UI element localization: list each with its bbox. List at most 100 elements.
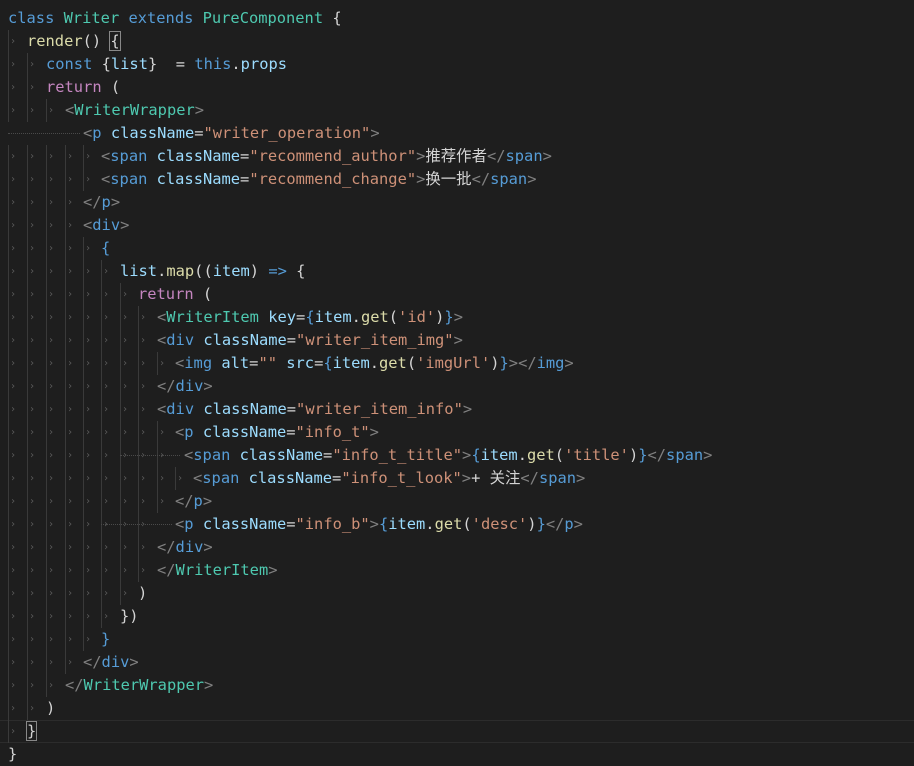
indent-guide-icon: ›: [8, 30, 18, 53]
code-line[interactable]: › › › </WriterWrapper>: [0, 674, 914, 697]
code-token: return: [138, 285, 203, 303]
code-line[interactable]: ›}: [0, 720, 914, 743]
code-token: >: [461, 469, 472, 487]
code-token: <: [157, 308, 167, 326]
code-line[interactable]: › › › › › › list.map((item) => {: [0, 260, 914, 283]
code-text: const {list} = this.props: [46, 53, 287, 76]
code-token: }: [638, 446, 648, 464]
code-token: span: [202, 469, 249, 487]
indent-guide-icon: ›: [120, 421, 130, 444]
indent-guide-icon: ›: [65, 145, 75, 168]
indent-guide-icon: ›: [101, 329, 111, 352]
indent-guide-icon: ›: [8, 398, 18, 421]
indent-guide-icon: ›: [65, 421, 75, 444]
code-line[interactable]: › ›): [0, 697, 914, 720]
code-line[interactable]: › › › › › <span className="recommend_author">…: [0, 145, 914, 168]
code-token: item: [212, 262, 250, 280]
code-token: ((: [194, 262, 213, 280]
code-token: >: [204, 676, 214, 694]
indent-guide-icon: ›: [65, 191, 75, 214]
indent-guide-icon: ›: [138, 490, 148, 513]
code-token: <: [157, 400, 167, 418]
code-line[interactable]: › › › › › › › › <p className="info_b">{item.get(…: [0, 513, 914, 536]
code-text: <span className="recommend_change">换一批</…: [101, 168, 536, 191]
indent-guide-icon: ›: [101, 352, 111, 375]
code-line[interactable]: › › › › › › › › › <p className="info_t">: [0, 421, 914, 444]
indent-guide-icon: ›: [8, 697, 18, 720]
indent-guide-icon: ›: [46, 352, 56, 375]
code-token: =>: [268, 262, 287, 280]
code-token: </: [545, 515, 565, 533]
code-line[interactable]: › › › › › › › › <div className="writer_item_info…: [0, 398, 914, 421]
code-line[interactable]: › › › › › {: [0, 237, 914, 260]
code-line[interactable]: › › › › ›}: [0, 628, 914, 651]
code-token: get: [526, 446, 555, 464]
code-line[interactable]: › › › › › › › › </WriterItem>: [0, 559, 914, 582]
code-token: p: [184, 423, 203, 441]
code-line[interactable]: › › › <WriterWrapper>: [0, 99, 914, 122]
code-line[interactable]: › › › › › › › › </div>: [0, 536, 914, 559]
code-token: {: [101, 55, 111, 73]
indent-guide-icon: ›: [46, 283, 56, 306]
code-line[interactable]: › › › › › › › › </div>: [0, 375, 914, 398]
code-text: </div>: [83, 651, 139, 674]
code-token: </: [157, 561, 176, 579]
indent-guide-icon: ›: [120, 375, 130, 398]
indent-guide-icon: ›: [83, 444, 93, 467]
code-token: ): [46, 699, 56, 717]
code-line[interactable]: › › › › › › › › › <img alt="" src={item.get('imgU…: [0, 352, 914, 375]
indent-guide-icon: ›: [101, 306, 111, 329]
indent-guide-icon: ›: [27, 513, 37, 536]
code-token: ): [249, 262, 269, 280]
code-line[interactable]: › render() {: [0, 30, 914, 53]
indent-guide-icon: ›: [8, 214, 18, 237]
indent-guide-icon: ›: [8, 559, 18, 582]
indent-guide-icon: ›: [157, 421, 167, 444]
indent-guide-icon: ›: [120, 306, 130, 329]
indent-guide-icon: ›: [138, 352, 148, 375]
code-line[interactable]: <p className="writer_operation">: [0, 122, 914, 145]
code-text: }): [120, 605, 139, 628]
code-token: </: [471, 170, 491, 188]
code-line[interactable]: › › › › › › › › <WriterItem key={item.get('id')}…: [0, 306, 914, 329]
code-token: {: [323, 354, 333, 372]
code-token: </: [520, 469, 539, 487]
code-line[interactable]: › › › › </div>: [0, 651, 914, 674]
code-line[interactable]: › › return (: [0, 76, 914, 99]
indent-guide-icon: ›: [46, 191, 56, 214]
indent-guide-icon: ›: [138, 306, 148, 329]
code-token: (: [110, 78, 121, 96]
code-token: this: [194, 55, 232, 73]
code-line[interactable]: › › › › › › › › › <span className="info_t_title">…: [0, 444, 914, 467]
code-line[interactable]: › › › › › › ›): [0, 582, 914, 605]
code-token: =: [332, 469, 342, 487]
code-text: {: [101, 237, 110, 260]
code-line[interactable]: › › › › </p>: [0, 191, 914, 214]
indent-guide-icon: ›: [138, 375, 148, 398]
code-line[interactable]: › › › › › › › › <div className="writer_item_img"…: [0, 329, 914, 352]
code-line[interactable]: › › › › › › › › › › <span className="info_t_look">…: [0, 467, 914, 490]
code-line[interactable]: class Writer extends PureComponent {: [0, 7, 914, 30]
indent-guide-icon: ›: [65, 214, 75, 237]
code-line[interactable]: › › const {list} = this.props: [0, 53, 914, 76]
code-line[interactable]: › › › › <div>: [0, 214, 914, 237]
code-line[interactable]: › › › › › › › › › </p>: [0, 490, 914, 513]
indent-guide-icon: ›: [27, 352, 37, 375]
indent-guide-icon: ›: [8, 99, 18, 122]
code-text: <div className="writer_item_img">: [157, 329, 463, 352]
indent-guide-icon: ›: [120, 283, 130, 306]
code-text: <p className="writer_operation">: [83, 122, 380, 145]
code-token: (: [202, 285, 213, 303]
code-line[interactable]: › › › › › ›}): [0, 605, 914, 628]
indent-guide-icon: ›: [27, 260, 37, 283]
code-token: 'id': [398, 308, 436, 326]
indent-guide-icon: ›: [83, 559, 93, 582]
code-text: <span className="recommend_author">推荐作者<…: [101, 145, 552, 168]
code-line[interactable]: › › › › › <span className="recommend_change">…: [0, 168, 914, 191]
indent-guide-icon: ›: [120, 582, 130, 605]
indent-guide-icon: ›: [27, 99, 37, 122]
indent-guide-icon: ›: [46, 559, 56, 582]
code-token: >: [453, 331, 463, 349]
code-editor[interactable]: class Writer extends PureComponent {› ren…: [0, 0, 914, 763]
code-line[interactable]: › › › › › › › return (: [0, 283, 914, 306]
